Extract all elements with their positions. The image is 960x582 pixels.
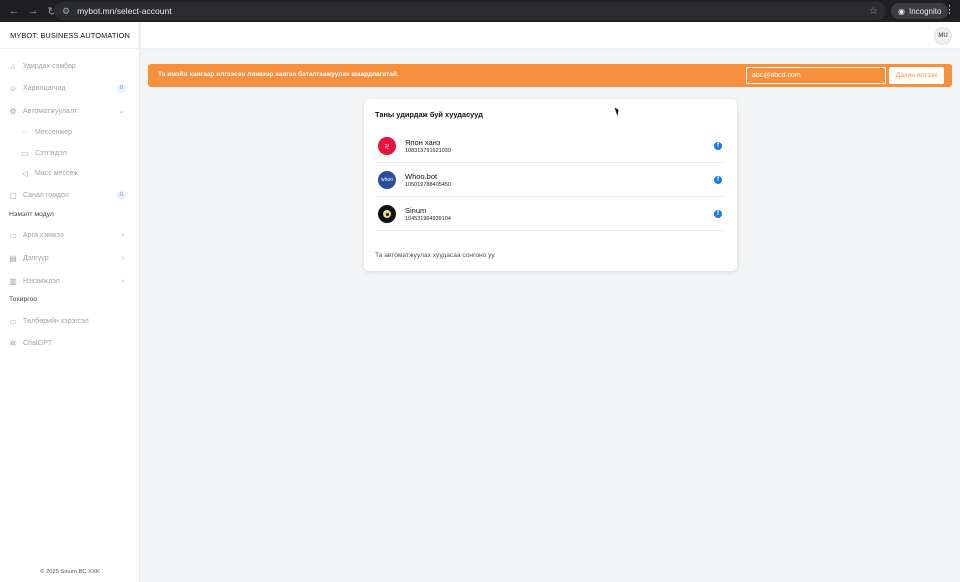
messenger-icon: ◌ xyxy=(22,127,28,137)
email-verification-alert: Та имэйл хаягаар илгээсэн линкээр хаягаа… xyxy=(148,64,952,87)
sidebar-item-label: Удирдах самбар xyxy=(23,62,76,70)
browser-toolbar: ← → ↻ ⚙ mybot.mn/select-account ☆ ◉ Inco… xyxy=(0,0,960,22)
sidebar-item-automation[interactable]: ⚙ Автоматжуулалт ⌄ xyxy=(8,104,132,118)
sidebar-item-label: Санал гомдол xyxy=(23,191,69,199)
sidebar-item-label: Нэхэмжлэл xyxy=(23,277,60,285)
account-name: Whoo.bot xyxy=(405,172,438,181)
count-badge: 0 xyxy=(117,190,126,200)
account-id: 105019788405450 xyxy=(405,182,451,188)
address-bar[interactable]: ⚙ mybot.mn/select-account ☆ xyxy=(54,2,886,20)
facebook-icon: f xyxy=(714,142,722,150)
sidebar-item-label: Арга хэмжээ xyxy=(23,231,64,239)
sidebar: MYBOT: BUSINESS AUTOMATION ⌂ Удирдах сам… xyxy=(0,22,140,582)
account-avatar xyxy=(378,205,396,223)
count-badge: 0 xyxy=(117,83,126,93)
chatgpt-icon: ✲ xyxy=(9,338,17,348)
account-id: 104531964939104 xyxy=(405,216,451,222)
chevron-down-icon: ⌄ xyxy=(118,108,124,115)
comment-icon: ▭ xyxy=(21,148,29,158)
section-heading-settings: Тохиргоо xyxy=(9,296,38,303)
gear-icon: ⚙ xyxy=(9,106,17,116)
card-footer-hint: Та автоматжуулах хуудасаа сонгоно уу xyxy=(375,252,495,259)
account-name: Sinum xyxy=(405,206,427,215)
sidebar-item-label: Дэлгүүр xyxy=(23,254,49,262)
sidebar-item-store[interactable]: ▤ Дэлгүүр › xyxy=(8,251,132,265)
account-row[interactable]: Sinum 104531964939104 f xyxy=(376,197,726,231)
brand-title[interactable]: MYBOT: BUSINESS AUTOMATION xyxy=(0,22,140,49)
logo-icon: whoo xyxy=(381,177,393,183)
user-icon: ☺ xyxy=(8,83,18,93)
sidebar-item-label: Сэтгэгдэл xyxy=(35,149,67,157)
user-avatar[interactable]: MU xyxy=(934,27,952,45)
chat-icon: ▢ xyxy=(9,190,17,200)
wallet-icon: ▭ xyxy=(9,316,17,326)
sidebar-item-label: Харилцагчид xyxy=(23,84,66,92)
sidebar-item-invoice[interactable]: ▥ Нэхэмжлэл › xyxy=(8,274,132,288)
megaphone-icon: ◁ xyxy=(21,168,29,178)
sidebar-item-label: ChatGPT xyxy=(23,339,53,347)
store-icon: ▤ xyxy=(9,253,17,263)
copyright-text: © 2025 Sinum BC XXK xyxy=(40,569,100,575)
video-icon: ▭ xyxy=(9,230,17,240)
sidebar-item-label: Төлбөрийн хэрэгсэл xyxy=(23,317,89,325)
chevron-right-icon: › xyxy=(121,277,124,285)
url-text: mybot.mn/select-account xyxy=(77,6,172,16)
sidebar-item-customers[interactable]: ☺ Харилцагчид 0 xyxy=(8,81,132,95)
account-row[interactable]: 卍 Япон ханз 108313791621039 f xyxy=(376,129,726,163)
sidebar-item-label: Мессенжер xyxy=(35,128,73,136)
alert-message: Та имэйл хаягаар илгээсэн линкээр хаягаа… xyxy=(158,71,399,78)
sidebar-item-feedback[interactable]: ▢ Санал гомдол 0 xyxy=(8,188,132,202)
chevron-right-icon: › xyxy=(121,254,124,262)
card-title: Таны удирдаж буй хуудасууд xyxy=(375,110,483,119)
top-header xyxy=(141,22,960,49)
sidebar-item-payment-tools[interactable]: ▭ Төлбөрийн хэрэгсэл xyxy=(8,314,132,328)
resend-button[interactable]: Дахин илгээх xyxy=(889,67,944,84)
section-heading-modules: Нэмэлт модул xyxy=(9,211,54,218)
sidebar-item-messenger[interactable]: ◌ Мессенжер xyxy=(20,125,132,139)
back-icon[interactable]: ← xyxy=(6,3,22,19)
facebook-icon: f xyxy=(714,176,722,184)
account-avatar: whoo xyxy=(378,171,396,189)
incognito-label: Incognito xyxy=(908,6,942,16)
sidebar-item-label: Масс мессеж xyxy=(35,169,78,177)
sidebar-item-dashboard[interactable]: ⌂ Удирдах самбар xyxy=(8,59,132,73)
account-id: 108313791621039 xyxy=(405,148,451,154)
sidebar-item-events[interactable]: ▭ Арга хэмжээ › xyxy=(8,228,132,242)
sidebar-item-comments[interactable]: ▭ Сэтгэгдэл xyxy=(20,146,132,160)
invoice-icon: ▥ xyxy=(9,276,17,286)
bookmark-star-icon[interactable]: ☆ xyxy=(869,6,878,17)
facebook-icon: f xyxy=(714,210,722,218)
sidebar-item-label: Автоматжуулалт xyxy=(23,107,78,115)
sidebar-item-mass-message[interactable]: ◁ Масс мессеж xyxy=(20,166,132,180)
home-icon: ⌂ xyxy=(10,61,16,71)
account-name: Япон ханз xyxy=(405,138,441,147)
account-row[interactable]: whoo Whoo.bot 105019788405450 f xyxy=(376,163,726,197)
accounts-card: Таны удирдаж буй хуудасууд 卍 Япон ханз 1… xyxy=(364,99,737,271)
site-info-icon[interactable]: ⚙ xyxy=(62,6,70,17)
incognito-indicator[interactable]: ◉ Incognito xyxy=(891,3,949,19)
account-avatar: 卍 xyxy=(378,137,396,155)
email-field[interactable] xyxy=(746,67,886,84)
chevron-right-icon: › xyxy=(121,231,124,239)
logo-icon: 卍 xyxy=(384,143,390,150)
logo-dot-icon xyxy=(385,212,389,216)
incognito-icon: ◉ xyxy=(898,6,905,16)
browser-menu-icon[interactable]: ⋮ xyxy=(944,3,955,16)
forward-icon[interactable]: → xyxy=(25,3,41,19)
sidebar-item-chatgpt[interactable]: ✲ ChatGPT xyxy=(8,336,132,350)
